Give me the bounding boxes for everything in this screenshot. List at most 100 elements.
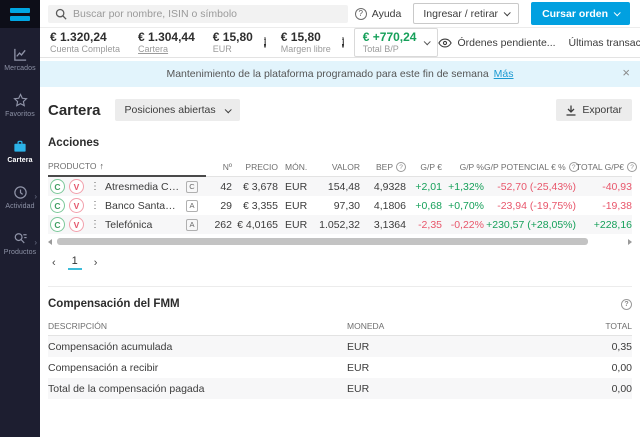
section-title-acciones: Acciones [48,137,100,149]
sidebar-item-actividad[interactable]: Actividad › [0,174,40,220]
buy-button[interactable]: C [50,179,65,194]
close-icon[interactable]: × [622,65,630,80]
app-logo-menu-button[interactable] [0,0,40,28]
sell-button[interactable]: V [69,198,84,213]
briefcase-icon [12,139,28,154]
sidebar-item-productos[interactable]: Productos › [0,220,40,266]
place-order-label: Cursar orden [542,7,608,20]
last-transactions-link[interactable]: Últimas transaccion... [569,37,640,49]
product-cell: C V ⋮ Atresmedia Corporación de Medi... … [48,179,206,194]
account-summary-bar: € 1.320,24 Cuenta Completa € 1.304,44 Ca… [40,28,640,58]
qty-cell: 42 [220,180,232,193]
deposit-withdraw-button[interactable]: Ingresar / retirar [413,3,520,24]
column-header-price[interactable]: PRECIO [232,162,278,176]
product-cell: C V ⋮ Telefónica A [48,217,206,232]
metric-label: EUR [212,44,232,54]
metric-label-link[interactable]: Cartera [138,44,195,54]
prev-page-button[interactable]: ‹ [52,257,56,269]
column-header-total: TOTAL [605,321,632,331]
currency-cell: EUR [285,199,308,212]
maintenance-banner: Mantenimiento de la plataforma programad… [40,61,640,87]
scrollbar-thumb[interactable] [57,238,588,245]
help-button[interactable]: ? Ayuda [354,7,402,20]
metric-value: € 1.304,44 [138,30,195,44]
clock-icon [13,185,28,200]
help-circle-icon[interactable]: ? [396,162,406,172]
column-header-qty[interactable]: Nº [206,162,232,176]
metric-cash-eur: € 15,80 EUR [204,30,262,55]
sidebar-item-cartera-active[interactable]: Cartera [0,128,40,174]
gp-total-cell: +228,16 [593,218,632,231]
sidebar-item-label: Favoritos [5,110,35,118]
product-name[interactable]: Atresmedia Corporación de Medi... [105,181,180,193]
current-page[interactable]: 1 [67,255,82,270]
column-header-gp-total[interactable]: TOTAL G/P€? [576,162,638,176]
gp-potential-cell: -52,70 (-25,43%) [497,180,576,193]
column-header-description: DESCRIPCIÓN [48,321,108,331]
column-header-gp-potential[interactable]: G/P POTENCIAL € %? [484,162,579,176]
sidebar-item-label: Productos [3,248,37,256]
fmm-row-accumulated: Compensación acumulada EUR 0,35 [48,336,632,357]
fmm-description: Compensación acumulada [48,340,173,353]
metric-value: € 15,80 [280,30,321,44]
help-circle-icon[interactable]: ? [627,162,638,172]
scroll-right-arrow-icon[interactable] [628,239,632,245]
sidebar-item-label: Cartera [7,156,33,164]
sidebar-item-favoritos[interactable]: Favoritos [0,82,40,128]
positions-table-header: PRODUCTO ↑ Nº PRECIO MÓN. VALOR BEP? G/P… [48,157,638,177]
export-button[interactable]: Exportar [556,99,632,121]
account-bar-links: Órdenes pendiente... Últimas transaccion… [438,36,640,49]
search-bar[interactable] [48,4,348,23]
column-header-bep[interactable]: BEP? [360,162,406,176]
column-header-gp-eur[interactable]: G/P € [406,162,442,176]
column-header-currency: MONEDA [347,321,385,331]
exchange-badge: A [186,199,198,212]
product-name[interactable]: Banco Santander [105,200,180,212]
position-row-santander[interactable]: C V ⋮ Banco Santander A 29 € 3,355 EUR 9… [48,196,632,215]
sidebar-item-label: Mercados [4,64,36,72]
sidebar-item-mercados[interactable]: Mercados [0,36,40,82]
metric-value: € 1.320,24 [50,30,107,44]
position-row-atresmedia[interactable]: C V ⋮ Atresmedia Corporación de Medi... … [48,177,632,196]
row-menu-icon[interactable]: ⋮ [90,181,100,192]
fmm-currency: EUR [347,340,370,353]
sell-button[interactable]: V [69,217,84,232]
buy-button[interactable]: C [50,217,65,232]
place-order-button[interactable]: Cursar orden [531,2,630,25]
sell-button[interactable]: V [69,179,84,194]
product-name[interactable]: Telefónica [105,219,180,231]
position-row-telefonica[interactable]: C V ⋮ Telefónica A 262 € 4,0165 EUR 1.05… [48,215,632,234]
value-cell: 97,30 [333,199,360,212]
info-icon[interactable]: i [263,37,266,48]
page-title: Cartera [48,101,101,119]
column-header-currency[interactable]: MÓN. [278,162,308,176]
column-header-value[interactable]: VALOR [308,162,360,176]
gp-total-cell: -19,38 [602,199,632,212]
column-label: PRODUCTO [48,161,97,171]
help-circle-icon[interactable]: ? [621,298,632,310]
row-menu-icon[interactable]: ⋮ [90,219,100,230]
scroll-left-arrow-icon[interactable] [48,239,52,245]
fmm-total: 0,00 [611,382,632,395]
info-icon[interactable]: i [341,37,344,48]
buy-button[interactable]: C [50,198,65,213]
column-label: BEP [375,162,393,172]
fmm-description: Compensación a recibir [48,361,159,374]
positions-filter-dropdown[interactable]: Posiciones abiertas [114,99,240,121]
pending-orders-link[interactable]: Órdenes pendiente... [438,37,556,49]
row-menu-icon[interactable]: ⋮ [90,200,100,211]
total-pl-selector[interactable]: € +770,24 Total B/P [353,28,439,57]
column-label: TOTAL G/P€ [576,162,625,172]
search-input[interactable] [73,7,341,20]
gp-eur-cell: -2,35 [418,218,442,231]
banner-more-link[interactable]: Más [494,68,514,80]
qty-cell: 29 [220,199,232,212]
help-label: Ayuda [371,7,402,20]
metric-value: € 15,80 [212,30,253,44]
column-header-gp-pct[interactable]: G/P % [442,162,484,176]
next-page-button[interactable]: › [94,257,98,269]
column-header-product[interactable]: PRODUCTO ↑ [48,161,206,177]
chevron-down-icon [613,9,621,17]
logo-bar [10,15,30,21]
chevron-down-icon [224,105,232,113]
